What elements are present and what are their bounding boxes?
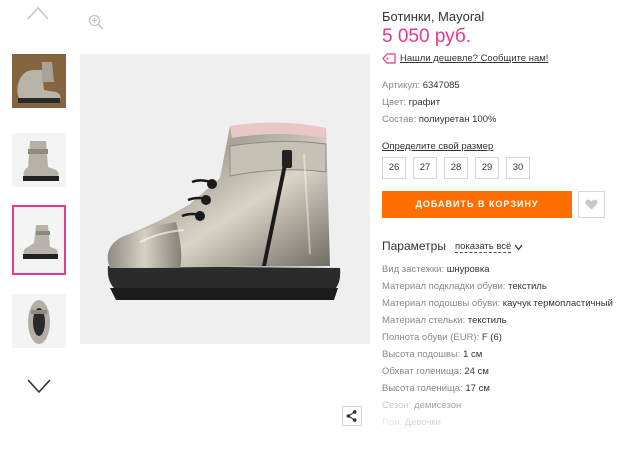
param-row: Пол: Девочки [382, 417, 441, 428]
param-row: Материал стельки: текстиль [382, 315, 507, 326]
param-value: демисезон [414, 400, 462, 411]
chevron-up-icon[interactable] [27, 6, 49, 20]
param-value: каучук термопластичный [502, 298, 613, 309]
size-option[interactable]: 29 [475, 157, 499, 179]
params-heading: Параметры [382, 239, 446, 253]
show-all-params[interactable]: показать всё [455, 241, 523, 253]
size-option[interactable]: 27 [413, 157, 437, 179]
param-label: Высота голенища: [382, 383, 463, 394]
thumbnail-1[interactable] [12, 54, 66, 108]
found-cheaper-link[interactable]: Нашли дешевле? Сообщите нам! [382, 53, 548, 64]
param-row: Высота подошвы: 1 см [382, 349, 482, 360]
param-label: Пол: [382, 417, 403, 428]
size-option[interactable]: 30 [506, 157, 530, 179]
color-row: Цвет: графит [382, 97, 440, 108]
thumbnail-4[interactable] [12, 294, 66, 348]
zoom-icon[interactable] [88, 14, 104, 30]
chevron-down-icon [514, 243, 523, 251]
favorite-button[interactable] [578, 191, 605, 218]
param-value: 17 см [465, 383, 490, 394]
param-value: F (6) [481, 332, 502, 343]
composition-row: Состав: полиуретан 100% [382, 114, 496, 125]
param-label: Обхват голенища: [382, 366, 462, 377]
param-row: Материал подкладки обуви: текстиль [382, 281, 547, 292]
param-row: Сезон: демисезон [382, 400, 461, 411]
article-row: Артикул: 6347085 [382, 80, 460, 91]
param-value: Девочки [404, 417, 441, 428]
color-value: графит [408, 97, 441, 108]
param-value: шнуровка [446, 264, 490, 275]
chevron-down-icon[interactable] [27, 378, 51, 394]
param-row: Полнота обуви (EUR): F (6) [382, 332, 502, 343]
param-label: Высота подошвы: [382, 349, 461, 360]
param-label: Сезон: [382, 400, 412, 411]
param-label: Материал подкладки обуви: [382, 281, 506, 292]
show-all-label[interactable]: показать всё [455, 241, 512, 253]
param-label: Материал стельки: [382, 315, 466, 326]
tag-icon [382, 53, 396, 64]
thumbnail-2[interactable] [12, 133, 66, 187]
article-value: 6347085 [422, 80, 460, 91]
share-icon[interactable] [342, 406, 362, 426]
param-label: Вид застежки: [382, 264, 445, 275]
composition-value: полиуретан 100% [418, 114, 497, 125]
thumbnail-gallery [0, 0, 78, 463]
param-row: Материал подошвы обуви: каучук термоплас… [382, 298, 613, 309]
article-label: Артикул: [382, 80, 421, 91]
param-row: Обхват голенища: 24 см [382, 366, 489, 377]
param-label: Материал подошвы обуви: [382, 298, 501, 309]
composition-label: Состав: [382, 114, 417, 125]
size-guide-link[interactable]: Определите свой размер [382, 141, 493, 152]
param-value: текстиль [467, 315, 507, 326]
product-price: 5 050 руб. [382, 26, 472, 47]
heart-icon [585, 199, 598, 210]
product-title: Ботинки, Mayoral [382, 9, 485, 24]
param-row: Высота голенища: 17 см [382, 383, 490, 394]
size-option[interactable]: 26 [382, 157, 406, 179]
found-cheaper-text[interactable]: Нашли дешевле? Сообщите нам! [400, 53, 548, 64]
add-to-cart-button[interactable]: ДОБАВИТЬ В КОРЗИНУ [382, 191, 572, 218]
param-value: 24 см [464, 366, 489, 377]
color-label: Цвет: [382, 97, 406, 108]
param-row: Вид застежки: шнуровка [382, 264, 490, 275]
main-product-image[interactable] [80, 54, 370, 344]
size-option[interactable]: 28 [444, 157, 468, 179]
param-value: текстиль [508, 281, 547, 292]
param-label: Полнота обуви (EUR): [382, 332, 480, 343]
thumbnail-3-active[interactable] [12, 205, 66, 275]
param-value: 1 см [463, 349, 483, 360]
